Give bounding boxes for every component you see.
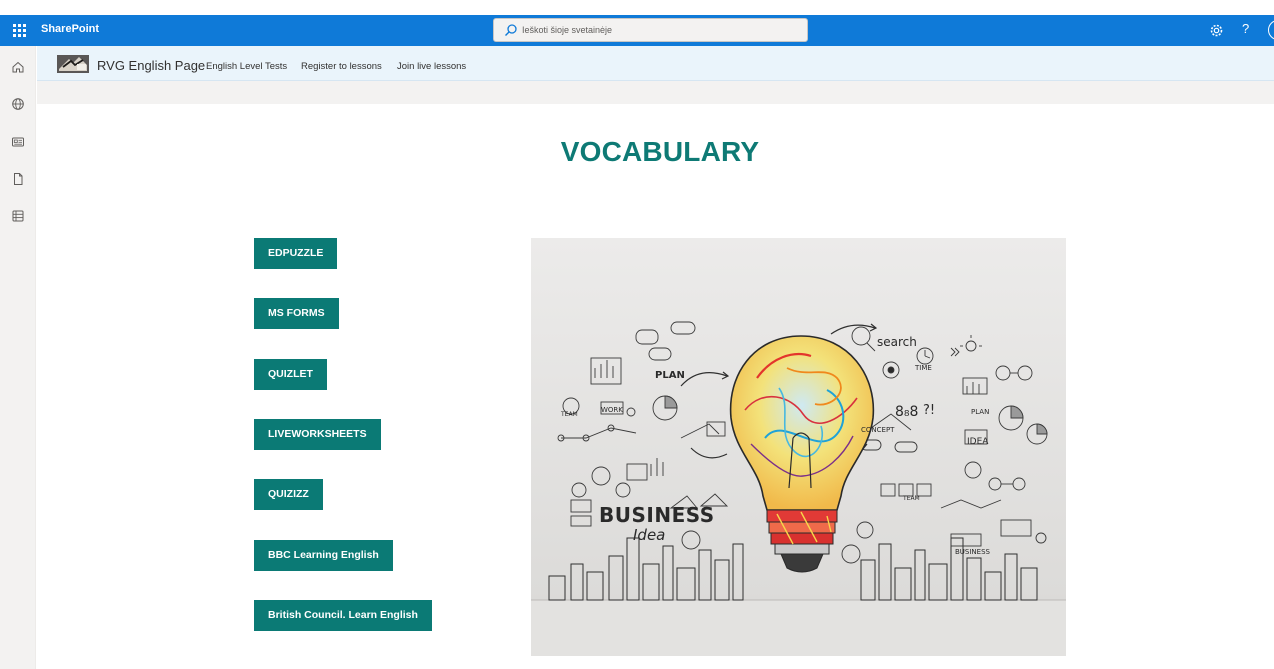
edpuzzle-button[interactable]: EDPUZZLE	[254, 238, 338, 269]
site-title[interactable]: RVG English Page	[97, 58, 205, 73]
svg-text:PLAN: PLAN	[655, 370, 685, 381]
lightbulb-business-idea-image: search TIME PLAN WORK TEAM BUSINESS Idea…	[531, 238, 1066, 656]
site-logo[interactable]	[57, 55, 89, 73]
brand-name[interactable]: SharePoint	[41, 23, 99, 35]
suite-bar: SharePoint ?	[0, 15, 1274, 46]
search-box[interactable]	[493, 18, 808, 42]
svg-text:TEAM: TEAM	[560, 411, 578, 418]
svg-text:search: search	[877, 335, 917, 349]
home-icon[interactable]	[11, 60, 25, 74]
search-input[interactable]	[522, 19, 802, 41]
globe-icon[interactable]	[11, 97, 25, 111]
top-strip	[0, 0, 1274, 15]
svg-text:Idea: Idea	[633, 526, 665, 544]
search-icon	[505, 24, 517, 36]
liveworksheets-button[interactable]: LIVEWORKSHEETS	[254, 419, 381, 450]
quizlet-button[interactable]: QUIZLET	[254, 359, 327, 390]
svg-text:IDEA: IDEA	[967, 437, 989, 447]
site-header: RVG English Page English Level Tests Reg…	[37, 46, 1274, 81]
avatar[interactable]	[1268, 20, 1274, 40]
svg-text:CONCEPT: CONCEPT	[861, 426, 895, 434]
app-rail	[0, 46, 36, 669]
svg-text:BUSINESS: BUSINESS	[599, 503, 715, 527]
page-title: VOCABULARY	[560, 136, 760, 167]
help-icon[interactable]: ?	[1242, 21, 1249, 36]
news-icon[interactable]	[11, 135, 25, 149]
nav-link-join-live-lessons[interactable]: Join live lessons	[397, 61, 466, 72]
bbc-learning-english-button[interactable]: BBC Learning English	[254, 540, 393, 571]
svg-text:8₈8: 8₈8	[895, 404, 918, 420]
sharepoint-page: SharePoint ?	[0, 0, 1274, 669]
app-launcher-icon[interactable]	[9, 21, 29, 41]
command-bar	[37, 81, 1274, 104]
svg-text:TEAM: TEAM	[902, 495, 920, 502]
svg-text:WORK: WORK	[601, 406, 623, 414]
file-icon[interactable]	[11, 172, 25, 186]
quizizz-button[interactable]: QUIZIZZ	[254, 479, 323, 510]
settings-gear-icon[interactable]	[1208, 22, 1225, 39]
nav-link-english-level-tests[interactable]: English Level Tests	[206, 61, 287, 72]
british-council-button[interactable]: British Council. Learn English	[254, 600, 432, 631]
svg-text:?!: ?!	[923, 403, 935, 418]
ms-forms-button[interactable]: MS FORMS	[254, 298, 339, 329]
svg-text:PLAN: PLAN	[971, 408, 989, 416]
svg-text:BUSINESS: BUSINESS	[955, 548, 991, 556]
list-icon[interactable]	[11, 209, 25, 223]
nav-link-register-to-lessons[interactable]: Register to lessons	[301, 61, 382, 72]
svg-text:TIME: TIME	[914, 364, 932, 372]
